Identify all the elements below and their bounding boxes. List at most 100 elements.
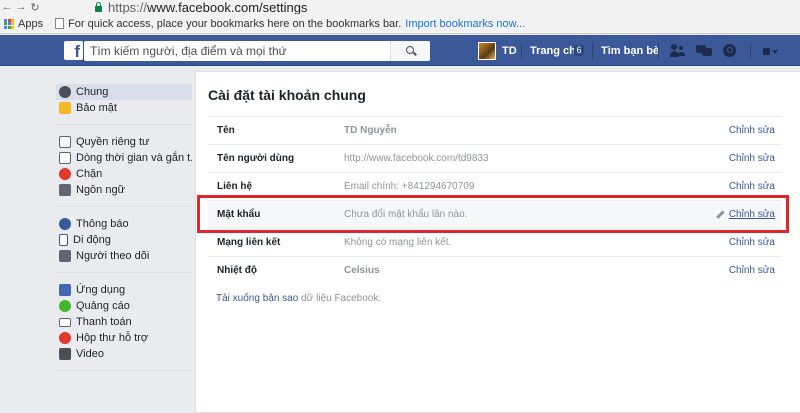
sidebar-item[interactable]: Thanh toán bbox=[56, 314, 192, 330]
edit-link[interactable]: Chỉnh sửa bbox=[729, 265, 775, 276]
sidebar-item-label: Chung bbox=[76, 86, 109, 98]
setting-label: Tên bbox=[217, 125, 235, 136]
notifications-globe-icon bbox=[59, 218, 71, 230]
sidebar-item-label: Quyền riêng tư bbox=[76, 136, 150, 148]
edit-link[interactable]: Chỉnh sửa bbox=[729, 125, 775, 136]
download-data-line: Tải xuống bản sao dữ liệu Facebook. bbox=[216, 293, 381, 304]
video-icon bbox=[59, 348, 71, 360]
edit-link[interactable]: Chỉnh sửa bbox=[729, 153, 775, 164]
bookmarks-hint: For quick access, place your bookmarks h… bbox=[68, 17, 402, 30]
sidebar-item[interactable]: Chung bbox=[56, 84, 192, 100]
gears-icon bbox=[59, 86, 71, 98]
find-friends-link[interactable]: Tìm bạn bè bbox=[601, 45, 659, 57]
sidebar-item[interactable]: Quảng cáo bbox=[56, 298, 192, 314]
profile-name[interactable]: TD bbox=[502, 45, 517, 57]
security-badge-icon bbox=[59, 102, 71, 114]
sidebar-item[interactable]: Hộp thư hỗ trợ bbox=[56, 330, 192, 346]
messages-icon[interactable] bbox=[696, 44, 712, 58]
settings-row[interactable]: Liên hệ Email chính: +841294670709 Chỉnh s… bbox=[208, 172, 781, 200]
setting-label: Mật khẩu bbox=[217, 209, 261, 220]
mobile-icon bbox=[59, 234, 68, 246]
browser-toolbar: ← → ↻ https:// www.facebook.com/settings bbox=[0, 0, 800, 14]
setting-value: Chưa đổi mật khẩu lần nào. bbox=[344, 209, 468, 220]
download-rest-text: dữ liệu Facebook. bbox=[298, 293, 382, 304]
secure-lock-icon bbox=[94, 1, 102, 12]
pencil-icon bbox=[716, 211, 724, 219]
apps-grid-icon[interactable] bbox=[4, 18, 14, 29]
friend-requests-icon[interactable] bbox=[670, 44, 686, 58]
sidebar-group: Quyền riêng tư Dòng thời gian và gắn t...… bbox=[56, 134, 192, 207]
notifications-globe-icon[interactable] bbox=[721, 44, 737, 58]
page-title: Cài đặt tài khoản chung bbox=[208, 87, 366, 103]
search-input[interactable]: Tìm kiếm người, địa điểm và mọi thứ bbox=[84, 41, 430, 61]
settings-row[interactable]: Mạng liên kết Không có mạng liên kết. Chỉn… bbox=[208, 228, 781, 256]
url-path: www.facebook.com/settings bbox=[147, 0, 308, 14]
support-inbox-icon bbox=[59, 332, 71, 344]
edit-link[interactable]: Chỉnh sửa bbox=[729, 209, 775, 220]
setting-value: Celsius bbox=[344, 265, 380, 276]
divider bbox=[521, 43, 522, 59]
search-icon bbox=[405, 46, 416, 56]
sidebar-item-label: Video bbox=[76, 348, 104, 360]
sidebar-item[interactable]: Ứng dụng bbox=[56, 282, 192, 298]
facebook-logo-icon[interactable]: f bbox=[64, 41, 83, 60]
sidebar-item[interactable]: Di động bbox=[56, 232, 192, 248]
home-count-badge: 6 bbox=[574, 45, 584, 56]
sidebar-item-label: Thông báo bbox=[76, 218, 129, 230]
setting-value: http://www.facebook.com/td9833 bbox=[344, 153, 489, 164]
setting-value: TD Nguyễn bbox=[344, 125, 397, 136]
block-icon bbox=[59, 168, 71, 180]
setting-label: Liên hệ bbox=[217, 181, 253, 192]
sidebar-item-label: Ứng dụng bbox=[76, 284, 126, 296]
setting-label: Nhiệt độ bbox=[217, 265, 257, 276]
setting-label: Mạng liên kết bbox=[217, 237, 281, 248]
forward-arrow-icon[interactable]: → bbox=[14, 0, 28, 14]
sidebar-item-label: Quảng cáo bbox=[76, 300, 130, 312]
back-arrow-icon[interactable]: ← bbox=[0, 0, 14, 14]
apps-label[interactable]: Apps bbox=[18, 18, 43, 30]
download-copy-link[interactable]: Tải xuống bản sao bbox=[216, 293, 298, 304]
bookmarks-bar: Apps For quick access, place your bookma… bbox=[0, 14, 800, 34]
settings-panel: Cài đặt tài khoản chung Tên TD Nguyễn Chỉn… bbox=[195, 71, 800, 413]
settings-row[interactable]: Mật khẩu Chưa đổi mật khẩu lần nào. Chỉnh … bbox=[208, 200, 781, 228]
privacy-shortcuts-icon[interactable] bbox=[763, 44, 779, 58]
settings-row[interactable]: Tên TD Nguyễn Chỉnh sửa bbox=[208, 116, 781, 144]
sidebar-item-label: Dòng thời gian và gắn t... bbox=[76, 152, 192, 164]
import-bookmarks-link[interactable]: Import bookmarks now... bbox=[405, 18, 525, 30]
sidebar-item[interactable]: Ngôn ngữ bbox=[56, 182, 192, 198]
sidebar-item-label: Hộp thư hỗ trợ bbox=[76, 332, 149, 344]
setting-label: Tên người dùng bbox=[217, 153, 295, 164]
sidebar-item[interactable]: Người theo dõi bbox=[56, 248, 192, 264]
settings-row[interactable]: Tên người dùng http://www.facebook.com/td… bbox=[208, 144, 781, 172]
language-icon bbox=[59, 184, 71, 196]
sidebar-item[interactable]: Bảo mật bbox=[56, 100, 192, 116]
sidebar-item[interactable]: Dòng thời gian và gắn t... bbox=[56, 150, 192, 166]
apps-icon bbox=[59, 284, 71, 296]
reload-icon[interactable]: ↻ bbox=[28, 0, 42, 14]
sidebar-item[interactable]: Thông báo bbox=[56, 216, 192, 232]
sidebar-group: Thông báo Di động Người theo dõi bbox=[56, 216, 192, 273]
setting-value: Email chính: +841294670709 bbox=[344, 181, 475, 192]
settings-row[interactable]: Nhiệt độ Celsius Chỉnh sửa bbox=[208, 256, 781, 284]
edit-link[interactable]: Chỉnh sửa bbox=[729, 237, 775, 248]
sidebar-group: Chung Bảo mật bbox=[56, 84, 192, 125]
search-button[interactable] bbox=[390, 41, 430, 61]
address-bar[interactable]: https:// www.facebook.com/settings bbox=[94, 0, 307, 14]
sidebar-item-label: Chặn bbox=[76, 168, 103, 180]
ads-icon bbox=[59, 300, 71, 312]
divider bbox=[658, 43, 659, 59]
sidebar-item[interactable]: Quyền riêng tư bbox=[56, 134, 192, 150]
sidebar-item-label: Di động bbox=[73, 234, 111, 246]
sidebar-item-label: Ngôn ngữ bbox=[76, 184, 125, 196]
edit-link[interactable]: Chỉnh sửa bbox=[729, 181, 775, 192]
timeline-icon bbox=[59, 152, 71, 164]
facebook-top-bar: f Tìm kiếm người, địa điểm và mọi thứ TD… bbox=[0, 35, 800, 66]
rss-icon bbox=[59, 250, 71, 262]
sidebar-item-label: Người theo dõi bbox=[76, 250, 150, 262]
url-scheme: https:// bbox=[108, 0, 148, 14]
settings-sidebar: Chung Bảo mật Quyền riêng tư Dòng thời gian… bbox=[56, 84, 192, 380]
avatar[interactable] bbox=[478, 42, 496, 60]
divider bbox=[592, 43, 593, 59]
sidebar-item[interactable]: Chặn bbox=[56, 166, 192, 182]
sidebar-item[interactable]: Video bbox=[56, 346, 192, 362]
